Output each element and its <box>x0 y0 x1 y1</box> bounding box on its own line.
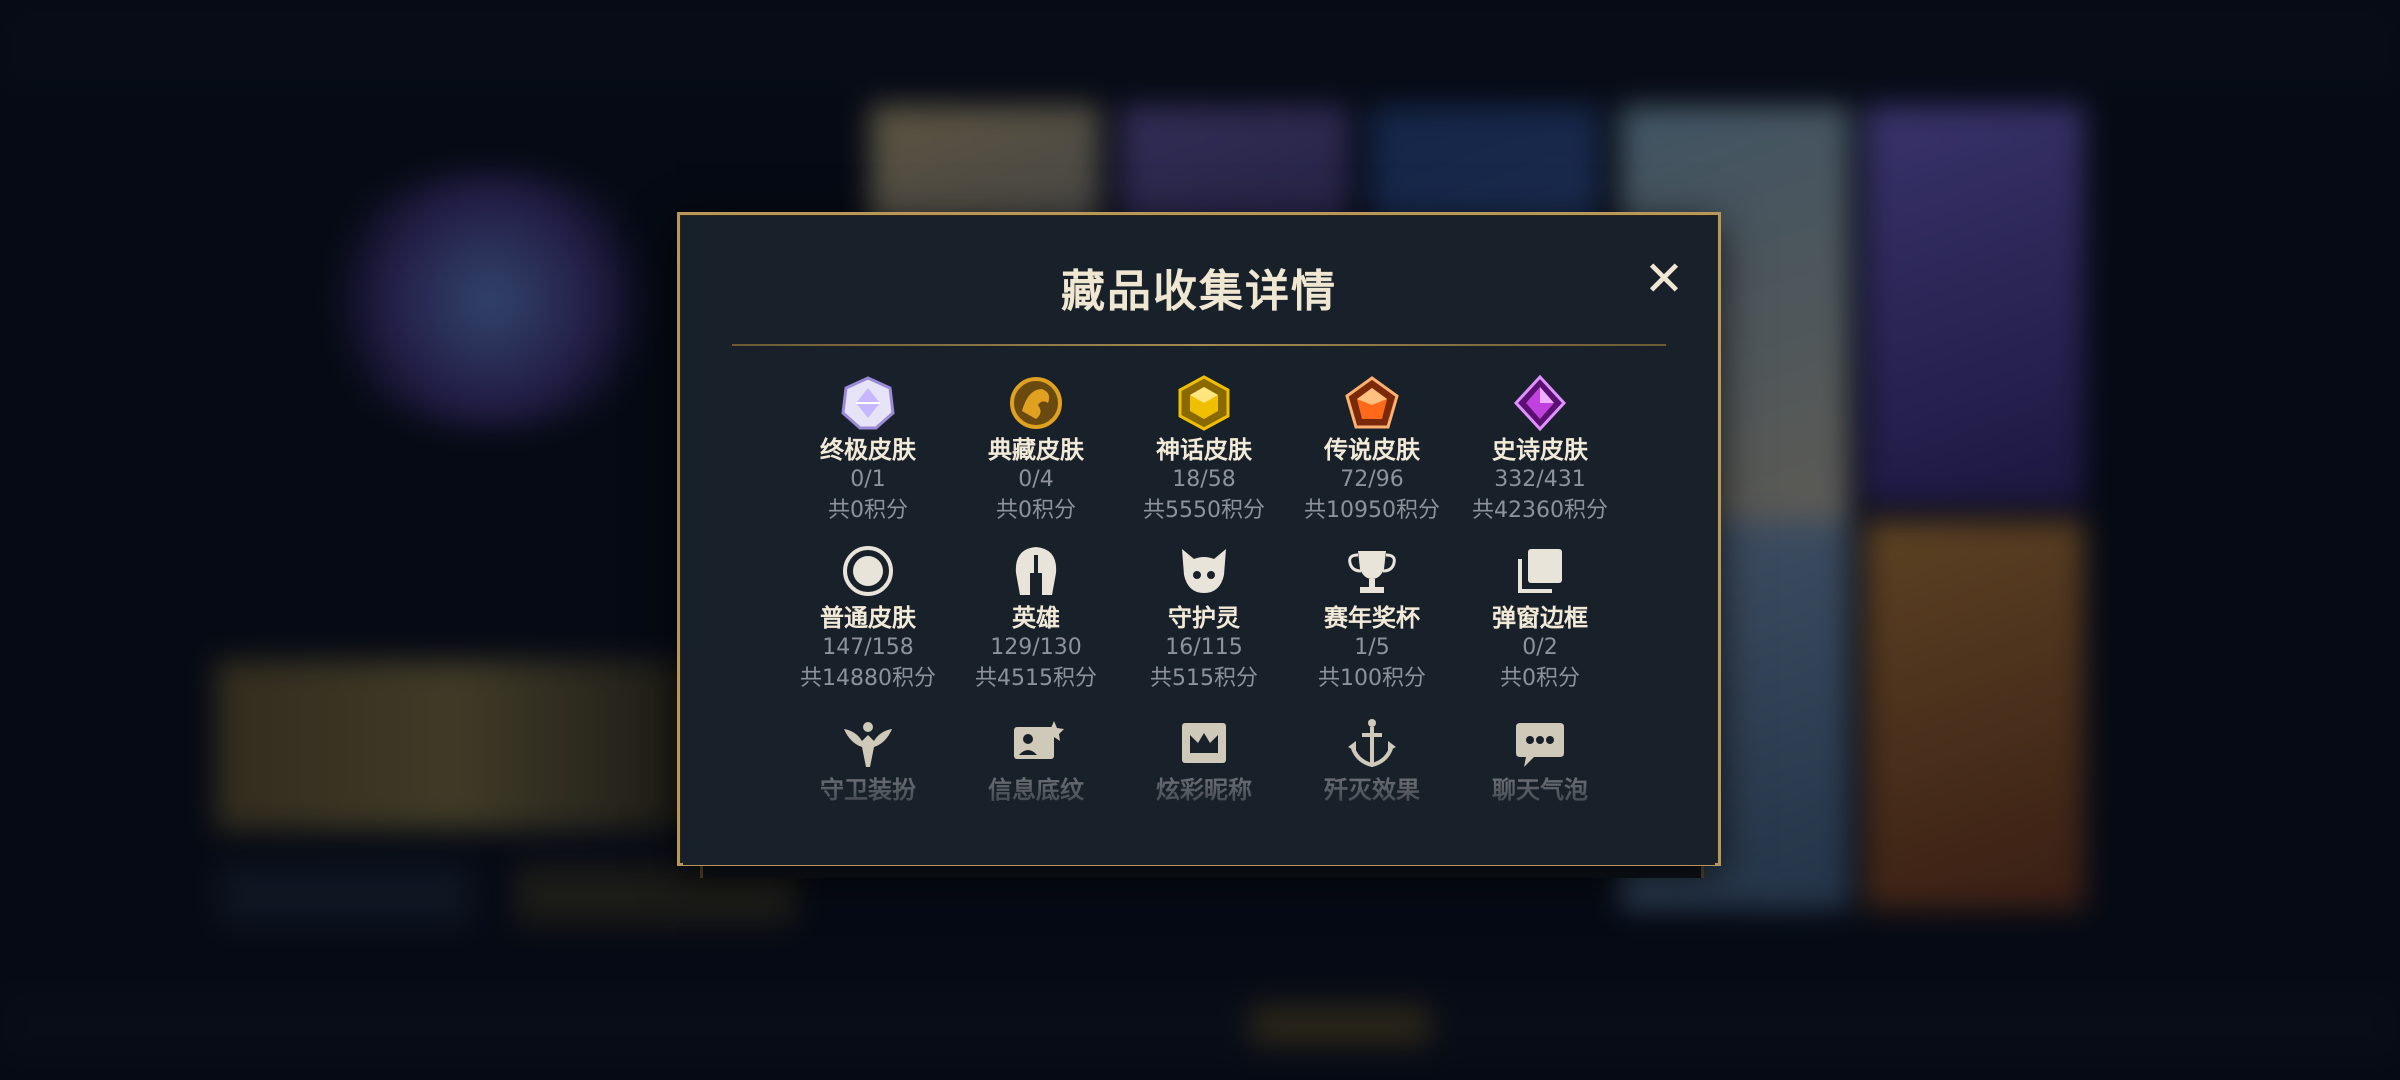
epic-skin-icon <box>1513 375 1567 431</box>
collection-item-label: 歼灭效果 <box>1324 776 1420 804</box>
collection-item[interactable]: 守卫装扮 <box>784 715 952 805</box>
mythic-skin-icon <box>1178 375 1230 431</box>
collection-item-points: 共10950积分 <box>1304 498 1440 523</box>
kill-effect-icon <box>1348 719 1396 768</box>
collection-item[interactable]: 普通皮肤 147/158 共14880积分 <box>784 543 952 695</box>
trophy-icon <box>1348 551 1396 593</box>
collection-item-points: 共42360积分 <box>1472 498 1608 523</box>
collection-item-label: 炫彩昵称 <box>1156 776 1252 804</box>
collection-item-count: 72/96 <box>1340 467 1404 492</box>
ward-skin-icon <box>844 722 892 767</box>
collection-item-label: 信息底纹 <box>988 776 1084 804</box>
legendary-skin-icon <box>1345 376 1399 429</box>
collection-item-label: 守护灵 <box>1168 604 1240 632</box>
info-card-icon <box>1014 721 1064 759</box>
collection-item[interactable]: 传说皮肤 72/96 共10950积分 <box>1288 375 1456 527</box>
collection-item-label: 赛年奖杯 <box>1324 604 1420 632</box>
collection-item[interactable]: 聊天气泡 <box>1456 715 1624 805</box>
collection-item[interactable]: 神话皮肤 18/58 共5550积分 <box>1120 375 1288 527</box>
collection-item[interactable]: 炫彩昵称 <box>1120 715 1288 805</box>
collection-item-count: 332/431 <box>1494 467 1586 492</box>
collection-item-points: 共0积分 <box>996 498 1076 523</box>
hero-helmet-icon <box>1015 547 1057 595</box>
collection-item[interactable]: 英雄 129/130 共4515积分 <box>952 543 1120 695</box>
collection-item-points: 共515积分 <box>1150 666 1258 691</box>
collection-item-label: 聊天气泡 <box>1492 776 1588 804</box>
collection-item-points: 共0积分 <box>828 498 908 523</box>
modal-bottom-edge <box>700 866 1704 878</box>
collection-details-modal: 藏品收集详情 ✕ 终极皮肤 0/1 共0积分 典藏皮肤 0/4 共0积分 神话皮肤 18/58… <box>677 212 1721 866</box>
collection-item-label: 传说皮肤 <box>1324 436 1420 464</box>
popup-frame-icon <box>1518 549 1562 593</box>
collection-grid: 终极皮肤 0/1 共0积分 典藏皮肤 0/4 共0积分 神话皮肤 18/58 共5550积分 传说… <box>680 215 1718 863</box>
collection-item-label: 英雄 <box>1012 604 1060 632</box>
collection-item-count: 147/158 <box>822 635 914 660</box>
collection-item-points: 共14880积分 <box>800 666 936 691</box>
collection-item-label: 史诗皮肤 <box>1492 436 1588 464</box>
guardian-spirit-icon <box>1182 549 1226 593</box>
collection-item[interactable]: 典藏皮肤 0/4 共0积分 <box>952 375 1120 527</box>
collection-item-label: 神话皮肤 <box>1156 436 1252 464</box>
collection-item-count: 18/58 <box>1172 467 1236 492</box>
collection-item-label: 终极皮肤 <box>820 436 916 464</box>
collection-item-label: 典藏皮肤 <box>988 436 1084 464</box>
collection-item-points: 共100积分 <box>1318 666 1426 691</box>
collection-item-points: 共4515积分 <box>975 666 1097 691</box>
collection-item[interactable]: 歼灭效果 <box>1288 715 1456 805</box>
collection-item-count: 129/130 <box>990 635 1082 660</box>
normal-skin-icon <box>843 546 893 596</box>
collection-item[interactable]: 赛年奖杯 1/5 共100积分 <box>1288 543 1456 695</box>
colorful-nickname-icon <box>1182 723 1226 763</box>
collection-item[interactable]: 弹窗边框 0/2 共0积分 <box>1456 543 1624 695</box>
collection-item-count: 0/4 <box>1018 467 1054 492</box>
collection-item[interactable]: 守护灵 16/115 共515积分 <box>1120 543 1288 695</box>
collection-item-count: 0/2 <box>1522 635 1558 660</box>
collection-item-count: 0/1 <box>850 467 886 492</box>
collection-item-count: 16/115 <box>1165 635 1243 660</box>
collection-item-label: 守卫装扮 <box>820 776 916 804</box>
collection-item-points: 共0积分 <box>1500 666 1580 691</box>
collection-item-label: 弹窗边框 <box>1492 604 1588 632</box>
collector-skin-icon <box>1010 377 1062 429</box>
ultimate-skin-icon <box>841 376 895 430</box>
collection-item-label: 普通皮肤 <box>820 604 916 632</box>
collection-item[interactable]: 终极皮肤 0/1 共0积分 <box>784 375 952 527</box>
collection-item[interactable]: 史诗皮肤 332/431 共42360积分 <box>1456 375 1624 527</box>
collection-item-count: 1/5 <box>1354 635 1390 660</box>
collection-item-points: 共5550积分 <box>1143 498 1265 523</box>
chat-bubble-icon <box>1516 723 1564 767</box>
collection-item[interactable]: 信息底纹 <box>952 715 1120 805</box>
